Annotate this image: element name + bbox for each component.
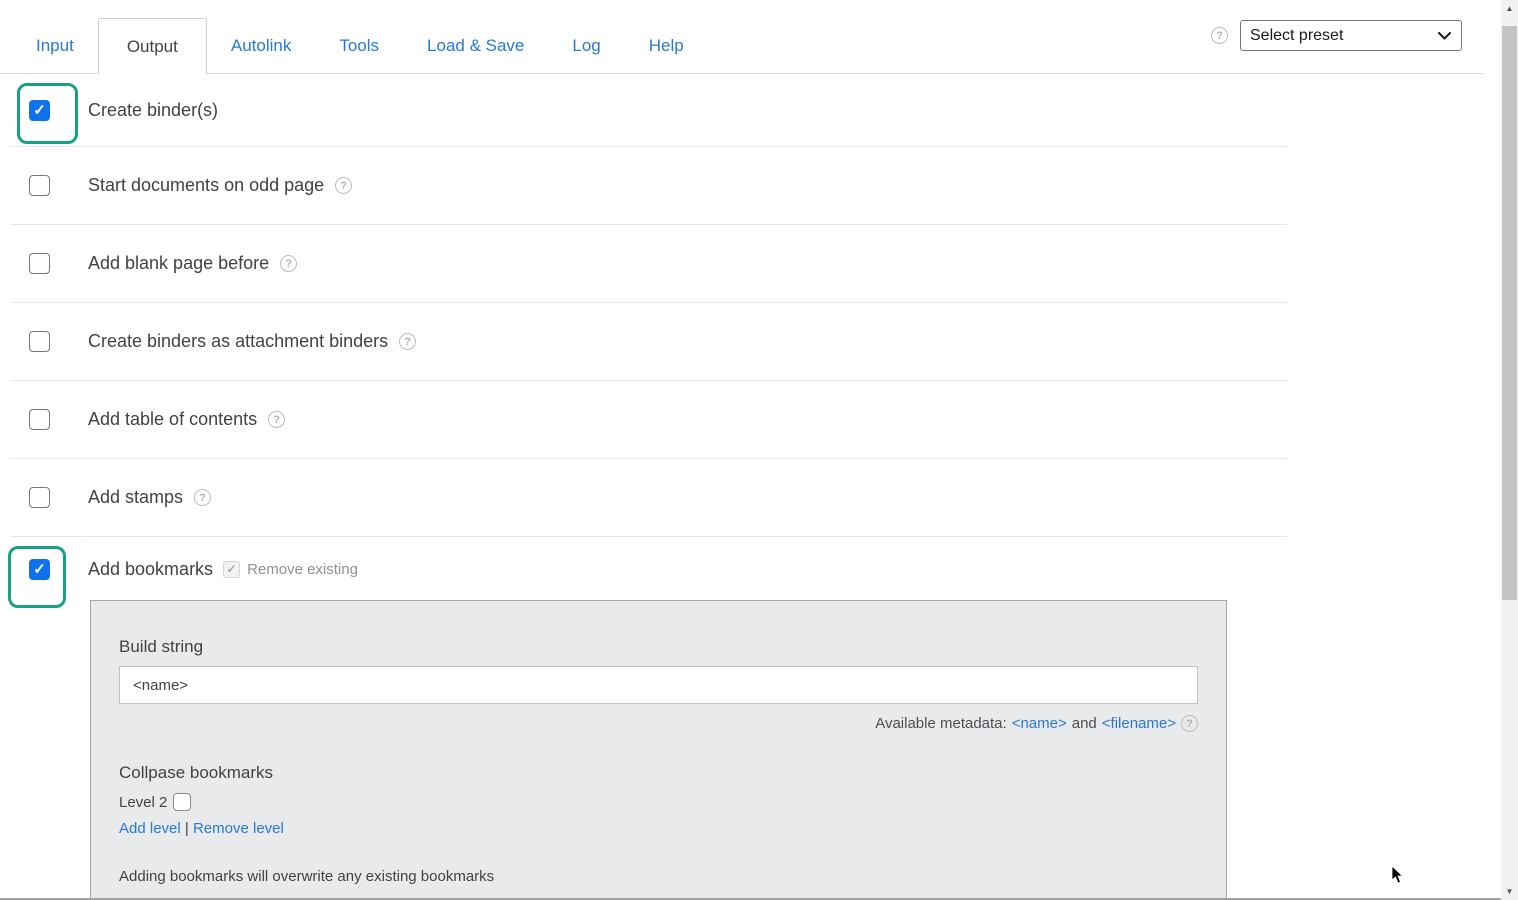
metadata-name-link[interactable]: <name>	[1012, 715, 1067, 732]
build-string-label: Build string	[119, 637, 1226, 657]
preset-area: ? Select preset	[1211, 20, 1484, 51]
remove-level-link[interactable]: Remove level	[193, 820, 284, 837]
help-icon[interactable]: ?	[280, 255, 297, 272]
build-string-input[interactable]	[119, 666, 1198, 704]
scroll-down-icon[interactable]: ▼	[1501, 883, 1518, 900]
mouse-cursor	[1391, 866, 1405, 886]
metadata-prefix: Available metadata:	[875, 715, 1006, 732]
tab-bar: Input Output Autolink Tools Load & Save …	[0, 0, 1484, 74]
metadata-filename-link[interactable]: <filename>	[1102, 715, 1176, 732]
tab-autolink[interactable]: Autolink	[207, 18, 315, 73]
bookmarks-panel: Build string Available metadata: <name> …	[90, 600, 1227, 900]
remove-existing-label: Remove existing	[247, 561, 358, 578]
blank-page-checkbox[interactable]	[29, 253, 50, 274]
scrollbar-thumb[interactable]	[1502, 26, 1517, 600]
output-settings-page: Input Output Autolink Tools Load & Save …	[0, 0, 1518, 900]
option-label: Add stamps	[88, 487, 183, 508]
create-binders-checkbox[interactable]: ✓	[29, 100, 50, 121]
bookmarks-checkbox[interactable]: ✓	[29, 559, 50, 580]
level-links: Add level | Remove level	[119, 820, 1226, 837]
level-row: Level 2	[119, 793, 1226, 811]
help-icon[interactable]: ?	[268, 411, 285, 428]
tab-log[interactable]: Log	[548, 18, 624, 73]
preset-select[interactable]: Select preset	[1240, 20, 1462, 51]
link-separator: |	[185, 820, 189, 837]
option-label: Start documents on odd page	[88, 175, 324, 196]
available-metadata-line: Available metadata: <name> and <filename…	[119, 715, 1198, 732]
options-list: ✓ Create binder(s) Start documents on od…	[0, 74, 1484, 601]
level-2-checkbox[interactable]	[173, 793, 191, 811]
tab-output[interactable]: Output	[98, 18, 207, 74]
option-row-stamps: Add stamps ?	[0, 459, 1484, 536]
metadata-help-icon[interactable]: ?	[1181, 715, 1198, 732]
option-row-create-binders: ✓ Create binder(s)	[0, 74, 1484, 146]
option-row-attachment-binders: Create binders as attachment binders ?	[0, 303, 1484, 380]
checkmark-icon: ✓	[33, 103, 46, 118]
preset-help-icon[interactable]: ?	[1211, 27, 1228, 44]
option-label: Create binders as attachment binders	[88, 331, 388, 352]
checkmark-icon: ✓	[227, 563, 237, 575]
tab-help[interactable]: Help	[625, 18, 708, 73]
tab-input[interactable]: Input	[12, 18, 98, 73]
preset-select-value: Select preset	[1250, 27, 1343, 45]
tab-tools[interactable]: Tools	[315, 18, 403, 73]
checkmark-icon: ✓	[33, 562, 46, 577]
attachment-binders-checkbox[interactable]	[29, 331, 50, 352]
help-icon[interactable]: ?	[399, 333, 416, 350]
bookmarks-note: Adding bookmarks will overwrite any exis…	[119, 868, 1226, 885]
stamps-checkbox[interactable]	[29, 487, 50, 508]
option-row-odd-page: Start documents on odd page ?	[0, 147, 1484, 224]
vertical-scrollbar[interactable]: ▲ ▼	[1501, 0, 1518, 900]
table-of-contents-checkbox[interactable]	[29, 409, 50, 430]
option-row-table-of-contents: Add table of contents ?	[0, 381, 1484, 458]
option-label: Add table of contents	[88, 409, 257, 430]
remove-existing-group: ✓ Remove existing	[223, 561, 358, 578]
option-label: Create binder(s)	[88, 100, 218, 121]
metadata-and: and	[1072, 715, 1097, 732]
option-label: Add blank page before	[88, 253, 269, 274]
collapse-bookmarks-title: Collpase bookmarks	[119, 763, 1226, 783]
remove-existing-checkbox[interactable]: ✓	[223, 561, 240, 578]
option-label: Add bookmarks	[88, 559, 213, 580]
option-row-blank-page: Add blank page before ?	[0, 225, 1484, 302]
option-row-bookmarks: ✓ Add bookmarks ✓ Remove existing	[0, 537, 1484, 601]
add-level-link[interactable]: Add level	[119, 820, 181, 837]
tab-load-save[interactable]: Load & Save	[403, 18, 548, 73]
help-icon[interactable]: ?	[194, 489, 211, 506]
help-icon[interactable]: ?	[335, 177, 352, 194]
chevron-down-icon	[1438, 32, 1451, 40]
level-label: Level 2	[119, 794, 167, 811]
odd-page-checkbox[interactable]	[29, 175, 50, 196]
scroll-up-icon[interactable]: ▲	[1501, 0, 1518, 17]
